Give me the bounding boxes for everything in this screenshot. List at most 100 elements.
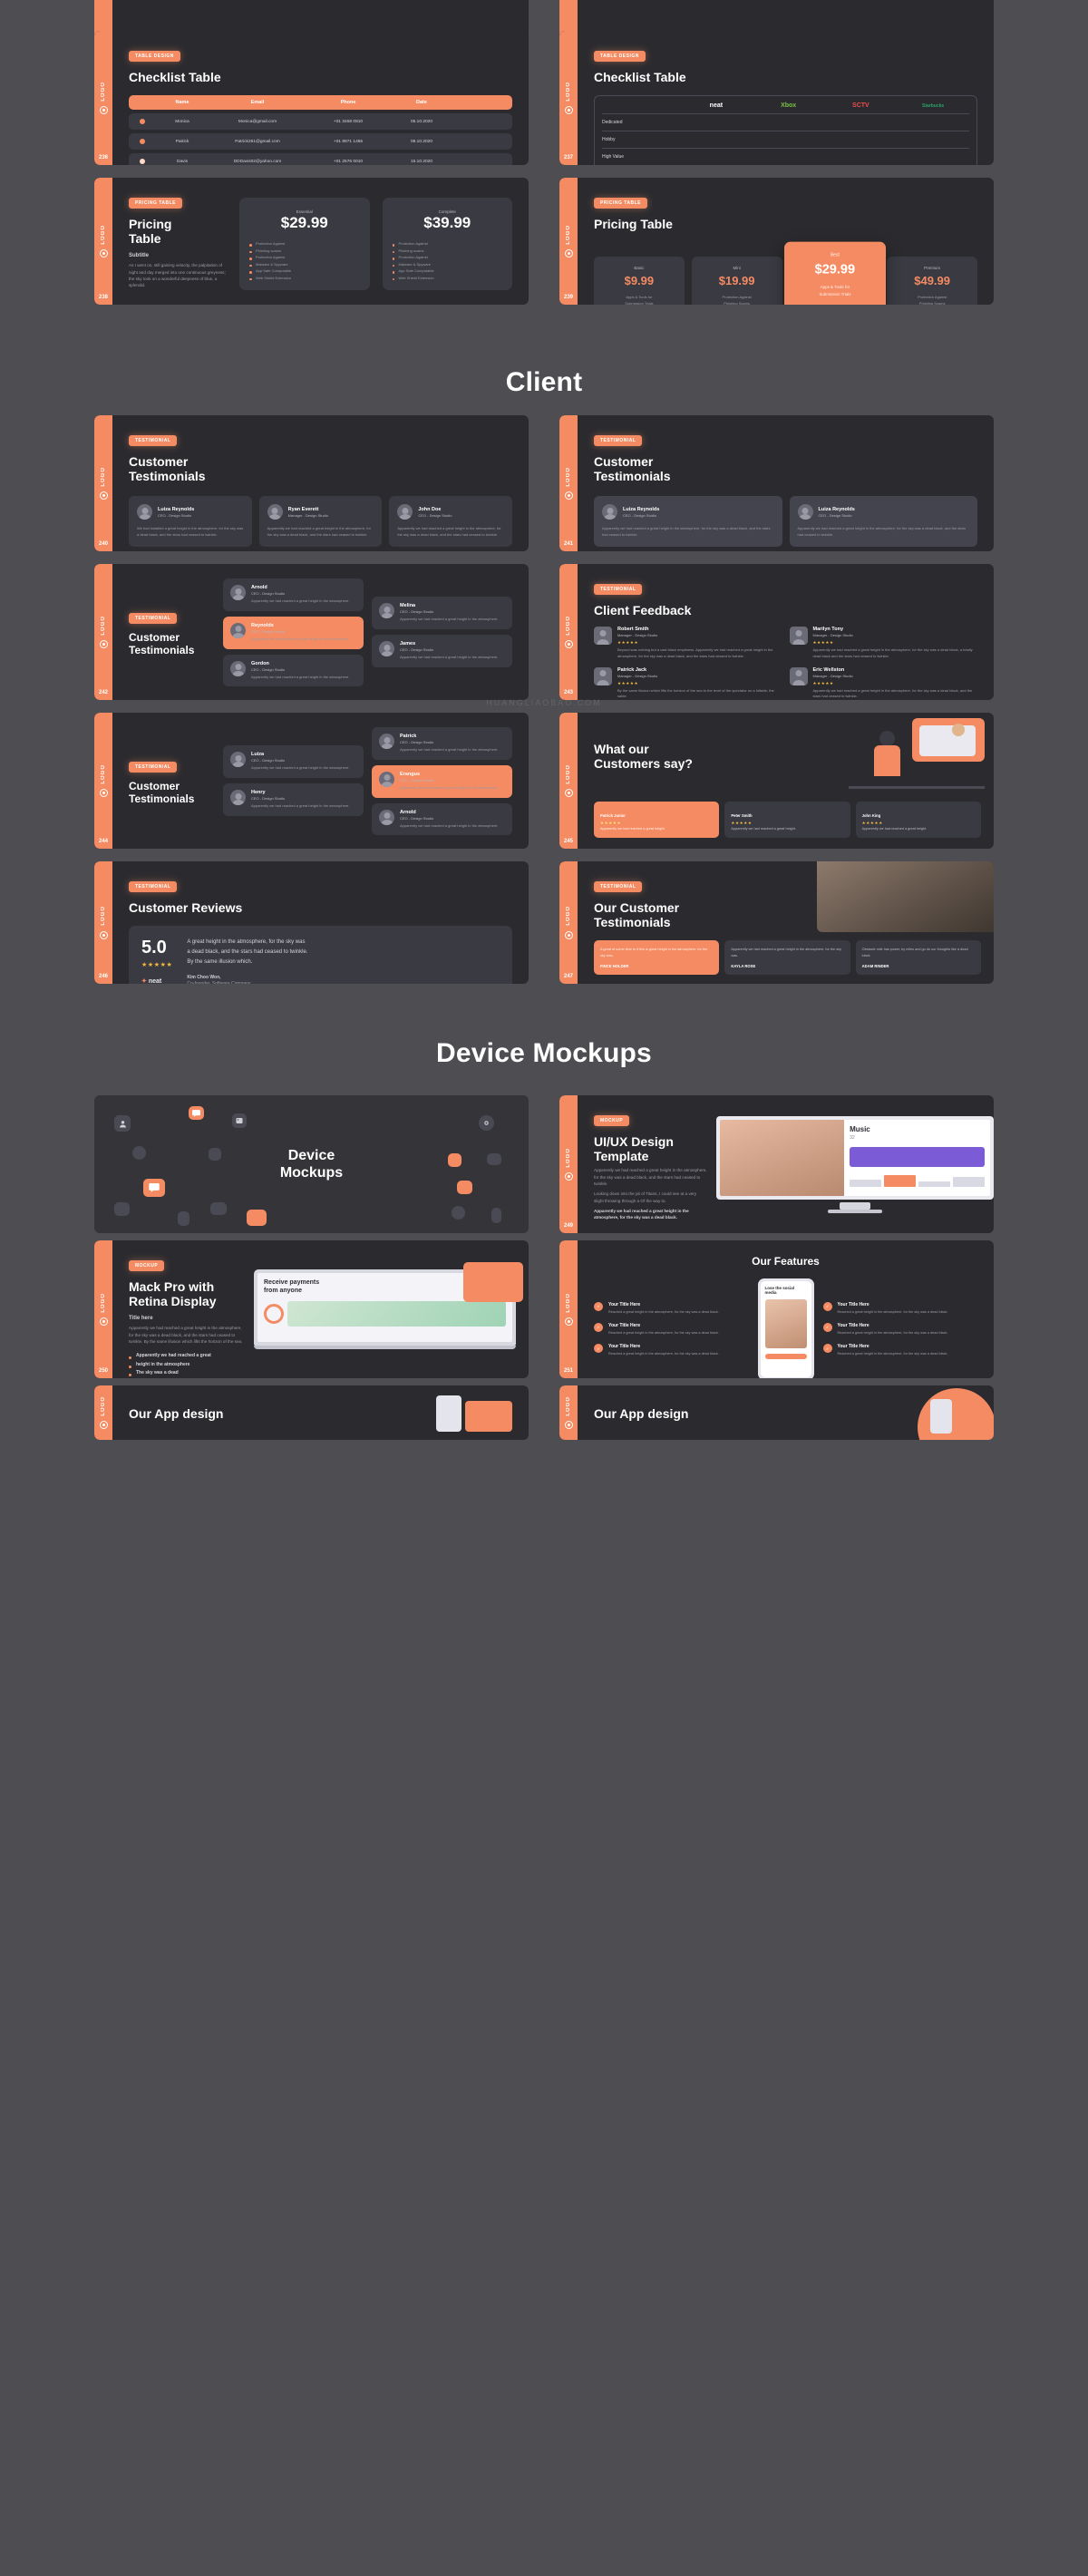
slide-app-design-left[interactable]: LOGO Our App design bbox=[94, 1385, 529, 1440]
phone-caption: Lose the social media bbox=[764, 1286, 795, 1295]
feature-item: Phishing scams bbox=[392, 248, 503, 255]
testimonial-card[interactable]: Ryan Everett Manager - Design Studio App… bbox=[258, 496, 383, 547]
slide-pricing-two[interactable]: LOGO 238 PRICING TABLE Pricing Table Sub… bbox=[94, 178, 529, 305]
feature-item[interactable]: ✓ Your Title Here Reached a great height… bbox=[594, 1344, 749, 1356]
brand-starbucks-logo: Starbucks bbox=[922, 102, 945, 109]
brand-row[interactable]: Hobby bbox=[602, 131, 969, 150]
screen-headline: Receive payments from anyone bbox=[264, 1279, 320, 1294]
pricing-card-basic[interactable]: Basic $9.99 Apps & Tools for Submission … bbox=[594, 257, 685, 305]
slide-number: 238 bbox=[98, 295, 108, 300]
slide-row-checklist: LOGO 236 TABLE DESIGN Checklist Table Na… bbox=[0, 31, 1088, 165]
pricing-card-complete[interactable]: Complete $39.99 Protection Against Phish… bbox=[382, 198, 512, 290]
slide-client-feedback[interactable]: LOGO 243 TESTIMONIAL Client Feedback Rob… bbox=[559, 564, 994, 700]
brand-neat-logo: ✦ neat bbox=[141, 978, 162, 984]
slide-pricing-four[interactable]: LOGO 239 PRICING TABLE Pricing Table Bas… bbox=[559, 178, 994, 305]
testimonial-card[interactable]: Luiza Reynolds CEO - Design Studio Appar… bbox=[789, 496, 977, 547]
screen-bar-chart bbox=[850, 1172, 986, 1187]
quote-card[interactable]: Patrick Junior ★★★★★ Apparently we had r… bbox=[594, 801, 720, 838]
quote-card[interactable]: John King ★★★★★ Apparently we had reache… bbox=[855, 801, 981, 838]
testimonial-row[interactable]: Erangus CEO - Design Studio Apparently w… bbox=[372, 764, 512, 798]
feedback-card[interactable]: Marilyn Tony Manager - Design Studio ★★★… bbox=[789, 627, 978, 660]
avatar bbox=[379, 771, 394, 787]
quote-text: Apparently we had reached a great height… bbox=[600, 826, 665, 831]
testimonial-row[interactable]: Gordon CEO - Design Studio Apparently we… bbox=[223, 654, 364, 687]
testimonial-row[interactable]: Reynolds CEO - Design Studio Apparently … bbox=[223, 616, 364, 649]
col-email: Email bbox=[250, 100, 265, 106]
testimonial-row[interactable]: Patrick CEO - Design Studio Apparently w… bbox=[372, 727, 512, 760]
person-role: Manager - Design Studio bbox=[617, 673, 658, 678]
testimonial-card[interactable]: Luiza Reynolds CEO - Design Studio Appar… bbox=[594, 496, 782, 547]
testimonial-text: Apparently we had reached a great height… bbox=[251, 598, 350, 603]
feature-item: Malware & Spyware bbox=[249, 261, 360, 268]
slide-device-mockups-cover[interactable]: Device Mockups bbox=[94, 1095, 529, 1233]
slide-what-customers-say[interactable]: LOGO 245 What our Customers say? Patrick… bbox=[559, 713, 994, 849]
feature-item[interactable]: ✓ Your Title Here Reached a great height… bbox=[822, 1344, 978, 1356]
feature-item[interactable]: ✓ Your Title Here Reached a great height… bbox=[594, 1322, 749, 1336]
slide-our-customer-testimonials[interactable]: LOGO 247 TESTIMONIAL Our Customer Testim… bbox=[559, 861, 994, 984]
slide-testimonials-three[interactable]: LOGO 240 TESTIMONIAL Customer Testimonia… bbox=[94, 415, 529, 551]
card-header: Luiza Reynolds CEO - Design Studio bbox=[602, 504, 774, 520]
pricing-card-premium[interactable]: Premium $49.99 Protection Against Phishi… bbox=[887, 257, 977, 305]
data-table: Name Email Phone Date Monica Monica@gmai… bbox=[129, 95, 512, 165]
slide-testimonials-grid[interactable]: LOGO 242 TESTIMONIAL Customer Testimonia… bbox=[94, 564, 529, 700]
quote-card[interactable]: Obstacle mile has power, by miles and go… bbox=[855, 940, 981, 975]
feature-item[interactable]: ✓ Your Title Here Reached a great height… bbox=[822, 1322, 978, 1336]
feature-item[interactable]: ✓ Your Title Here Reached a great height… bbox=[822, 1301, 978, 1315]
slide-number: 245 bbox=[563, 839, 573, 844]
slide-our-features[interactable]: LOGO 251 Our Features ✓ Your Title Here … bbox=[559, 1240, 994, 1378]
slide-mack-pro[interactable]: LOGO 250 MOCKUP Mack Pro with Retina Dis… bbox=[94, 1240, 529, 1378]
slide-rail: LOGO 244 bbox=[94, 713, 118, 849]
person-role: Manager - Design Studio bbox=[812, 673, 853, 678]
phone-cta-button[interactable] bbox=[764, 1354, 807, 1359]
col-check bbox=[129, 100, 156, 105]
testimonial-row[interactable]: James CEO - Design Studio Apparently we … bbox=[372, 635, 512, 667]
slide-testimonials-two[interactable]: LOGO 241 TESTIMONIAL Customer Testimonia… bbox=[559, 415, 994, 551]
avatar bbox=[379, 641, 394, 656]
testimonial-row[interactable]: Melina CEO - Design Studio Apparently we… bbox=[372, 597, 512, 629]
slide-checklist-brands[interactable]: LOGO 237 TABLE DESIGN Checklist Table ne… bbox=[559, 31, 994, 165]
person-body-orange bbox=[874, 745, 900, 776]
quote-card[interactable]: Peter Smith ★★★★★ Apparently we had reac… bbox=[724, 801, 850, 838]
slide-customer-reviews[interactable]: LOGO 246 TESTIMONIAL Customer Reviews 5.… bbox=[94, 861, 529, 984]
table-row[interactable]: Davis DDDavis02@yahoo.com +01 2576 0010 … bbox=[129, 153, 512, 165]
brand-row[interactable]: Dedicated bbox=[602, 114, 969, 132]
testimonial-text: Apparently we had reached a great height… bbox=[602, 526, 771, 537]
slide-app-design-right[interactable]: LOGO Our App design bbox=[559, 1385, 994, 1440]
slide-title: Customer Testimonials bbox=[129, 779, 195, 805]
brand-row[interactable]: High Value bbox=[602, 149, 969, 165]
table-row[interactable]: Patrick Patrick251@gmail.com +01 8971 14… bbox=[129, 133, 512, 151]
slide-uiux-template[interactable]: LOGO 249 MOCKUP UI/UX Design Template Ap… bbox=[559, 1095, 994, 1233]
testimonial-row[interactable]: Henry CEO - Design Studio Apparently we … bbox=[223, 783, 364, 816]
pricing-card-mini[interactable]: Mini $19.99 Protection Against Phishing … bbox=[691, 257, 782, 305]
testimonial-card[interactable]: John Doe CEO - Design Studio Apparently … bbox=[389, 496, 513, 547]
pricing-card-best[interactable]: Best $29.99 Apps & Tools for Submission … bbox=[783, 241, 886, 305]
screen-title: Music bbox=[850, 1124, 870, 1133]
person-name: Gordon bbox=[251, 660, 269, 666]
testimonial-text: Apparently we had reached a great height… bbox=[251, 803, 350, 808]
card-features: Apps & Tools for Submission Trials Prote… bbox=[818, 284, 850, 297]
table-row[interactable]: Monica Monica@gmail.com +01 3458 0810 05… bbox=[129, 113, 512, 131]
testimonial-row[interactable]: Arnold CEO - Design Studio Apparently we… bbox=[372, 802, 512, 836]
testimonial-row[interactable]: Luiza CEO - Design Studio Apparently we … bbox=[223, 745, 364, 778]
testimonial-card[interactable]: Luiza Reynolds CEO - Design Studio We ha… bbox=[129, 496, 252, 547]
slide-checklist-table[interactable]: LOGO 236 TABLE DESIGN Checklist Table Na… bbox=[94, 31, 529, 165]
rating-stars: ★★★★★ bbox=[617, 680, 639, 685]
slide-number: 243 bbox=[563, 690, 573, 695]
quote-card[interactable]: Apparently we had reached a great height… bbox=[724, 940, 850, 975]
feedback-card[interactable]: Eric Wellston Manager - Design Studio ★★… bbox=[789, 666, 978, 700]
feature-title: Your Title Here bbox=[608, 1344, 641, 1350]
feedback-card[interactable]: Robert Smith Manager - Design Studio ★★★… bbox=[594, 627, 782, 660]
pricing-intro: PRICING TABLE Pricing Table Subtitle As … bbox=[129, 192, 230, 290]
feature-item[interactable]: ✓ Your Title Here Reached a great height… bbox=[594, 1301, 749, 1315]
gallery-icon bbox=[247, 1210, 267, 1226]
testimonial-row[interactable]: Arnold CEO - Design Studio Apparently we… bbox=[223, 578, 364, 611]
feedback-card[interactable]: Patrick Jack Manager - Design Studio ★★★… bbox=[594, 666, 782, 700]
slide-tag: TESTIMONIAL bbox=[129, 881, 178, 892]
person-role: CEO - Design Studio bbox=[251, 666, 286, 672]
pricing-card-essential[interactable]: Essential $29.99 Protection Against Phis… bbox=[239, 198, 370, 290]
slide-rail: LOGO 251 bbox=[559, 1240, 583, 1378]
phone-icon bbox=[178, 1211, 189, 1226]
avatar bbox=[594, 627, 612, 646]
quote-card[interactable]: A great at some time to it this is great… bbox=[594, 940, 720, 975]
slide-testimonials-list[interactable]: LOGO 244 TESTIMONIAL Customer Testimonia… bbox=[94, 713, 529, 849]
